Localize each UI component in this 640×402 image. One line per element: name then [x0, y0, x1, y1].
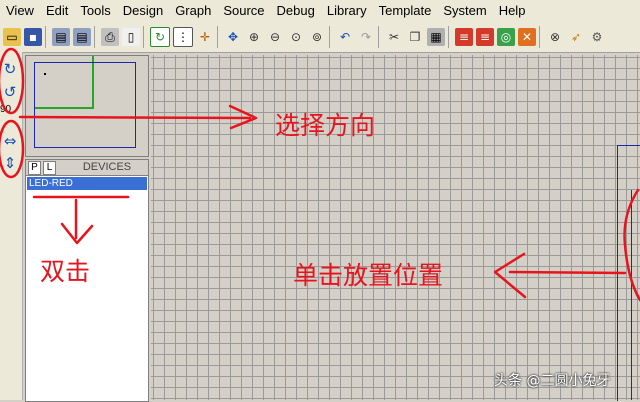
orientation-arrow-line	[18, 115, 252, 120]
mirror-tools-circle	[0, 119, 25, 179]
watermark: 头条 @二圆小兔牙	[494, 373, 611, 389]
annotation-select-orientation: 选择方向	[275, 111, 376, 140]
place-arrow-head	[493, 252, 527, 299]
component-highlight-stroke	[623, 188, 640, 302]
place-arrow-line	[508, 270, 627, 275]
annotation-layer	[0, 47, 640, 302]
rotation-tools-circle	[0, 47, 25, 115]
annotation-click-place: 单击放置位置	[293, 261, 444, 290]
annotation-double-click: 双击	[40, 257, 91, 286]
